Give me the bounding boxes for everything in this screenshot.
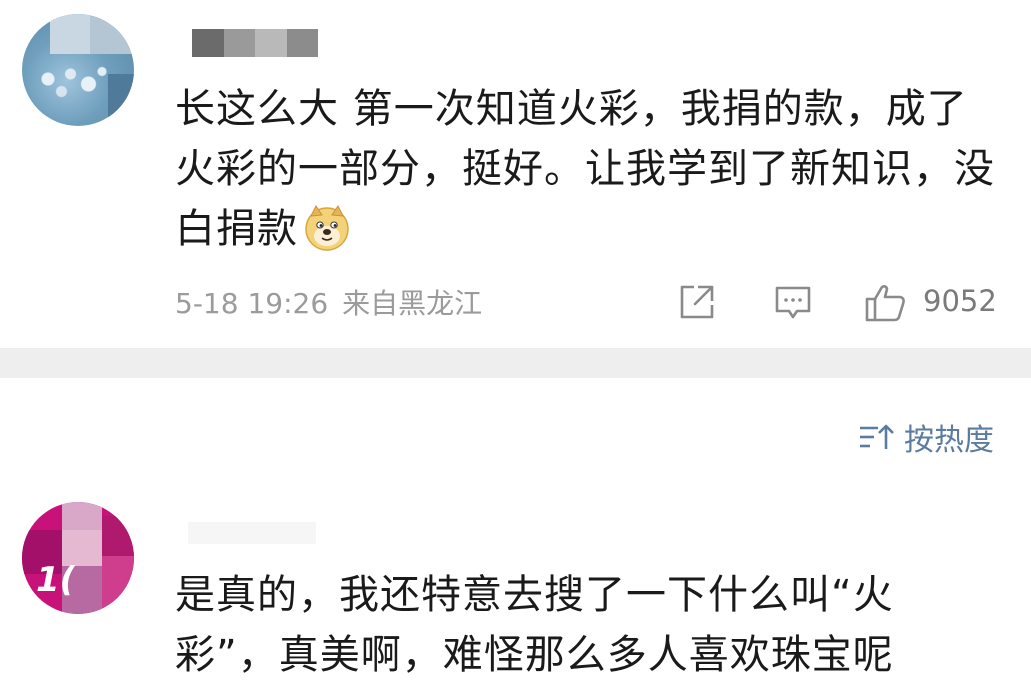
avatar-mosaic: [50, 14, 90, 54]
comment-meta: 5-18 19:26 来自黑龙江: [175, 282, 482, 322]
sort-by-hot-button[interactable]: 按热度: [858, 415, 994, 459]
comment-text: 是真的，我还特意去搜了一下什么叫“火彩”，真美啊，难怪那么多人喜欢珠宝呢: [175, 565, 995, 685]
avatar[interactable]: [22, 14, 134, 126]
avatar-mosaic: [90, 14, 134, 54]
thumbs-up-icon[interactable]: [864, 283, 908, 323]
avatar[interactable]: 1(: [22, 502, 134, 614]
repost-icon[interactable]: [678, 283, 716, 321]
avatar-badge: [122, 112, 134, 126]
sort-label: 按热度: [904, 423, 994, 458]
sort-icon: [860, 424, 894, 449]
username-redacted[interactable]: [188, 522, 316, 544]
username-redacted[interactable]: [192, 29, 318, 57]
comment-location: 来自黑龙江: [342, 287, 483, 320]
like-count: 9052: [923, 284, 997, 318]
avatar-image: [30, 54, 120, 104]
comment-body: 长这么大 第一次知道火彩，我捐的款，成了火彩的一部分，挺好。让我学到了新知识，没…: [175, 86, 995, 252]
comment-date: 5-18 19:26: [175, 287, 329, 320]
comment-item: 长这么大 第一次知道火彩，我捐的款，成了火彩的一部分，挺好。让我学到了新知识，没…: [0, 0, 1031, 348]
section-divider: [0, 348, 1031, 378]
doge-emoji-icon: [305, 205, 349, 251]
comment-body: 是真的，我还特意去搜了一下什么叫“火彩”，真美啊，难怪那么多人喜欢珠宝呢: [175, 572, 894, 678]
avatar-mosaic: [102, 556, 134, 614]
avatar-mosaic: [62, 502, 102, 530]
avatar-badge-text: 1(: [36, 560, 76, 600]
comment-text: 长这么大 第一次知道火彩，我捐的款，成了火彩的一部分，挺好。让我学到了新知识，没…: [175, 79, 995, 259]
avatar-mosaic: [102, 516, 134, 556]
comment-icon[interactable]: [773, 283, 813, 323]
